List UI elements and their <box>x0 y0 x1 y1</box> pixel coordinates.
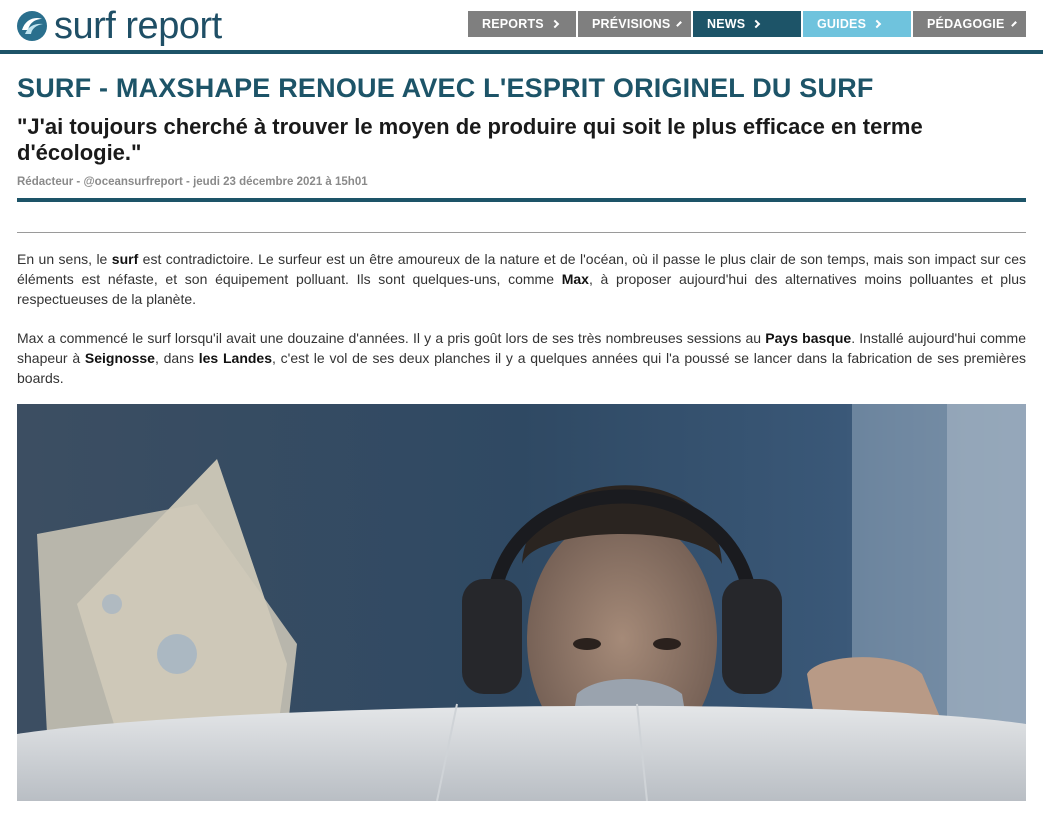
article-title: SURF - MAXSHAPE RENOUE AVEC L'ESPRIT ORI… <box>17 73 874 103</box>
site-logo[interactable]: surf report <box>16 4 222 48</box>
logo-text: surf report <box>54 5 222 47</box>
nav-guides[interactable]: GUIDES <box>803 11 911 37</box>
nav-news-label: NEWS <box>707 17 746 31</box>
wave-logo-icon <box>17 11 47 41</box>
article-meta: Rédacteur - @oceansurfreport - jeudi 23 … <box>17 176 368 188</box>
nav-pedagogie-label: PÉDAGOGIE <box>927 17 1005 31</box>
content-divider <box>17 232 1026 233</box>
chevron-right-icon <box>752 19 761 29</box>
keyword-les-landes: les Landes <box>198 350 272 366</box>
nav-previsions-label: PRÉVISIONS <box>592 17 671 31</box>
keyword-pays-basque: Pays basque <box>765 330 852 346</box>
article: SURF - MAXSHAPE RENOUE AVEC L'ESPRIT ORI… <box>17 72 1026 388</box>
article-subtitle: "J'ai toujours cherché à trouver le moye… <box>17 114 923 165</box>
shaper-photo-illustration <box>17 404 1026 801</box>
nav-reports-label: REPORTS <box>482 17 544 31</box>
main-nav: REPORTS PRÉVISIONS NEWS GUIDES PÉDAGOGIE <box>468 11 1026 37</box>
paragraph-text: Max a commencé le surf lorsqu'il avait u… <box>17 330 766 346</box>
article-photo <box>17 404 1026 801</box>
keyword-surf: surf <box>111 251 139 267</box>
chevron-right-icon <box>550 19 560 29</box>
chevron-right-icon <box>872 19 882 29</box>
paragraph-text: , dans <box>154 350 199 366</box>
keyword-seignosse: Seignosse <box>84 350 155 366</box>
article-paragraph-2: Max a commencé le surf lorsqu'il avait u… <box>17 328 1026 388</box>
chevron-right-icon <box>1010 21 1017 27</box>
title-divider <box>17 198 1026 202</box>
paragraph-text: En un sens, le <box>17 251 112 267</box>
nav-reports[interactable]: REPORTS <box>468 11 576 37</box>
nav-pedagogie[interactable]: PÉDAGOGIE <box>913 11 1026 37</box>
nav-guides-label: GUIDES <box>817 17 867 31</box>
nav-news[interactable]: NEWS <box>693 11 801 37</box>
header-divider <box>0 50 1043 54</box>
nav-previsions[interactable]: PRÉVISIONS <box>578 11 691 37</box>
chevron-right-icon <box>676 21 683 27</box>
article-paragraph-1: En un sens, le surf est contradictoire. … <box>17 249 1026 309</box>
keyword-max: Max <box>561 271 589 287</box>
site-header: surf report REPORTS PRÉVISIONS NEWS GUID… <box>0 0 1043 54</box>
